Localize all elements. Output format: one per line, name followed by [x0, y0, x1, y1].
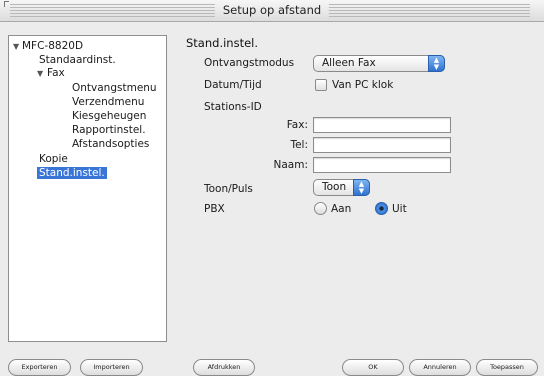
tree-item-label-selected: Stand.instel.	[37, 167, 107, 179]
up-down-arrows-icon: ▲ ▼	[353, 179, 370, 196]
window-corner	[4, 1, 9, 7]
annuleren-button[interactable]: Annuleren	[409, 359, 471, 376]
tree-item-stand-instel[interactable]: Stand.instel.	[37, 167, 107, 180]
tree-item-ontvangstmenu[interactable]: Ontvangstmenu	[72, 82, 157, 95]
tree-item-kiesgeheugen[interactable]: Kiesgeheugen	[72, 110, 146, 123]
van-pc-klok-checkbox[interactable]	[315, 79, 327, 91]
ontvangstmodus-popup[interactable]: Alleen Fax ▲ ▼	[313, 55, 445, 72]
tree-item-mfc-8820d[interactable]: ▼ MFC-8820D	[13, 40, 83, 53]
fax-input[interactable]	[313, 117, 451, 133]
naam-input[interactable]	[313, 157, 451, 173]
toon-puls-popup[interactable]: Toon ▲ ▼	[313, 179, 370, 196]
ok-button[interactable]: OK	[342, 359, 404, 376]
tel-input[interactable]	[313, 137, 451, 153]
toepassen-button[interactable]: Toepassen	[476, 359, 538, 376]
tree-item-label: Kiesgeheugen	[72, 110, 147, 122]
tel-label: Tel:	[290, 139, 308, 151]
tree-item-afstandsopties[interactable]: Afstandsopties	[72, 138, 149, 151]
tree-item-label: Rapportinstel.	[72, 124, 146, 136]
tree-item-label: Verzendmenu	[72, 96, 145, 108]
toon-puls-label: Toon/Puls	[204, 183, 253, 195]
pbx-aan-label[interactable]: Aan	[331, 203, 351, 215]
pbx-aan-radio[interactable]	[314, 202, 327, 215]
ontvangstmodus-value: Alleen Fax	[322, 57, 376, 69]
pbx-uit-radio[interactable]	[375, 202, 388, 215]
section-title: Stand.instel.	[186, 36, 259, 50]
naam-label: Naam:	[273, 159, 309, 171]
tree-item-standaardinst[interactable]: Standaardinst.	[39, 54, 116, 67]
exporteren-button[interactable]: Exporteren	[8, 359, 71, 376]
tree-item-fax[interactable]: ▼ Fax	[37, 67, 65, 80]
disclosure-triangle-down-icon[interactable]: ▼	[13, 40, 19, 53]
tree-item-label: Standaardinst.	[39, 54, 116, 66]
afdrukken-button[interactable]: Afdrukken	[193, 359, 255, 376]
tree-item-label: Afstandsopties	[72, 138, 150, 150]
pbx-uit-label[interactable]: Uit	[392, 203, 407, 215]
fax-label: Fax:	[286, 119, 308, 131]
up-down-arrows-icon: ▲ ▼	[428, 55, 445, 72]
pbx-label: PBX	[204, 203, 225, 215]
importeren-button[interactable]: Importeren	[80, 359, 143, 376]
window-title: Setup op afstand	[214, 3, 330, 17]
toon-puls-value: Toon	[322, 181, 347, 193]
tree-item-label: Ontvangstmenu	[72, 82, 157, 94]
disclosure-triangle-down-icon[interactable]: ▼	[37, 67, 43, 80]
stations-id-label: Stations-ID	[204, 101, 262, 113]
tree-item-rapportinstel[interactable]: Rapportinstel.	[72, 124, 146, 137]
datum-tijd-label: Datum/Tijd	[204, 79, 262, 91]
tree-item-kopie[interactable]: Kopie	[39, 153, 68, 166]
tree-item-label: Kopie	[39, 153, 68, 165]
tree-item-label: Fax	[47, 67, 65, 79]
tree-item-verzendmenu[interactable]: Verzendmenu	[72, 96, 144, 109]
van-pc-klok-label[interactable]: Van PC klok	[332, 79, 393, 91]
tree-item-label: MFC-8820D	[22, 40, 84, 52]
ontvangstmodus-label: Ontvangstmodus	[204, 57, 295, 69]
window-title-bar[interactable]: Setup op afstand	[0, 0, 544, 22]
settings-tree[interactable]: ▼ MFC-8820D Standaardinst. ▼ Fax Ontvang…	[8, 35, 167, 342]
